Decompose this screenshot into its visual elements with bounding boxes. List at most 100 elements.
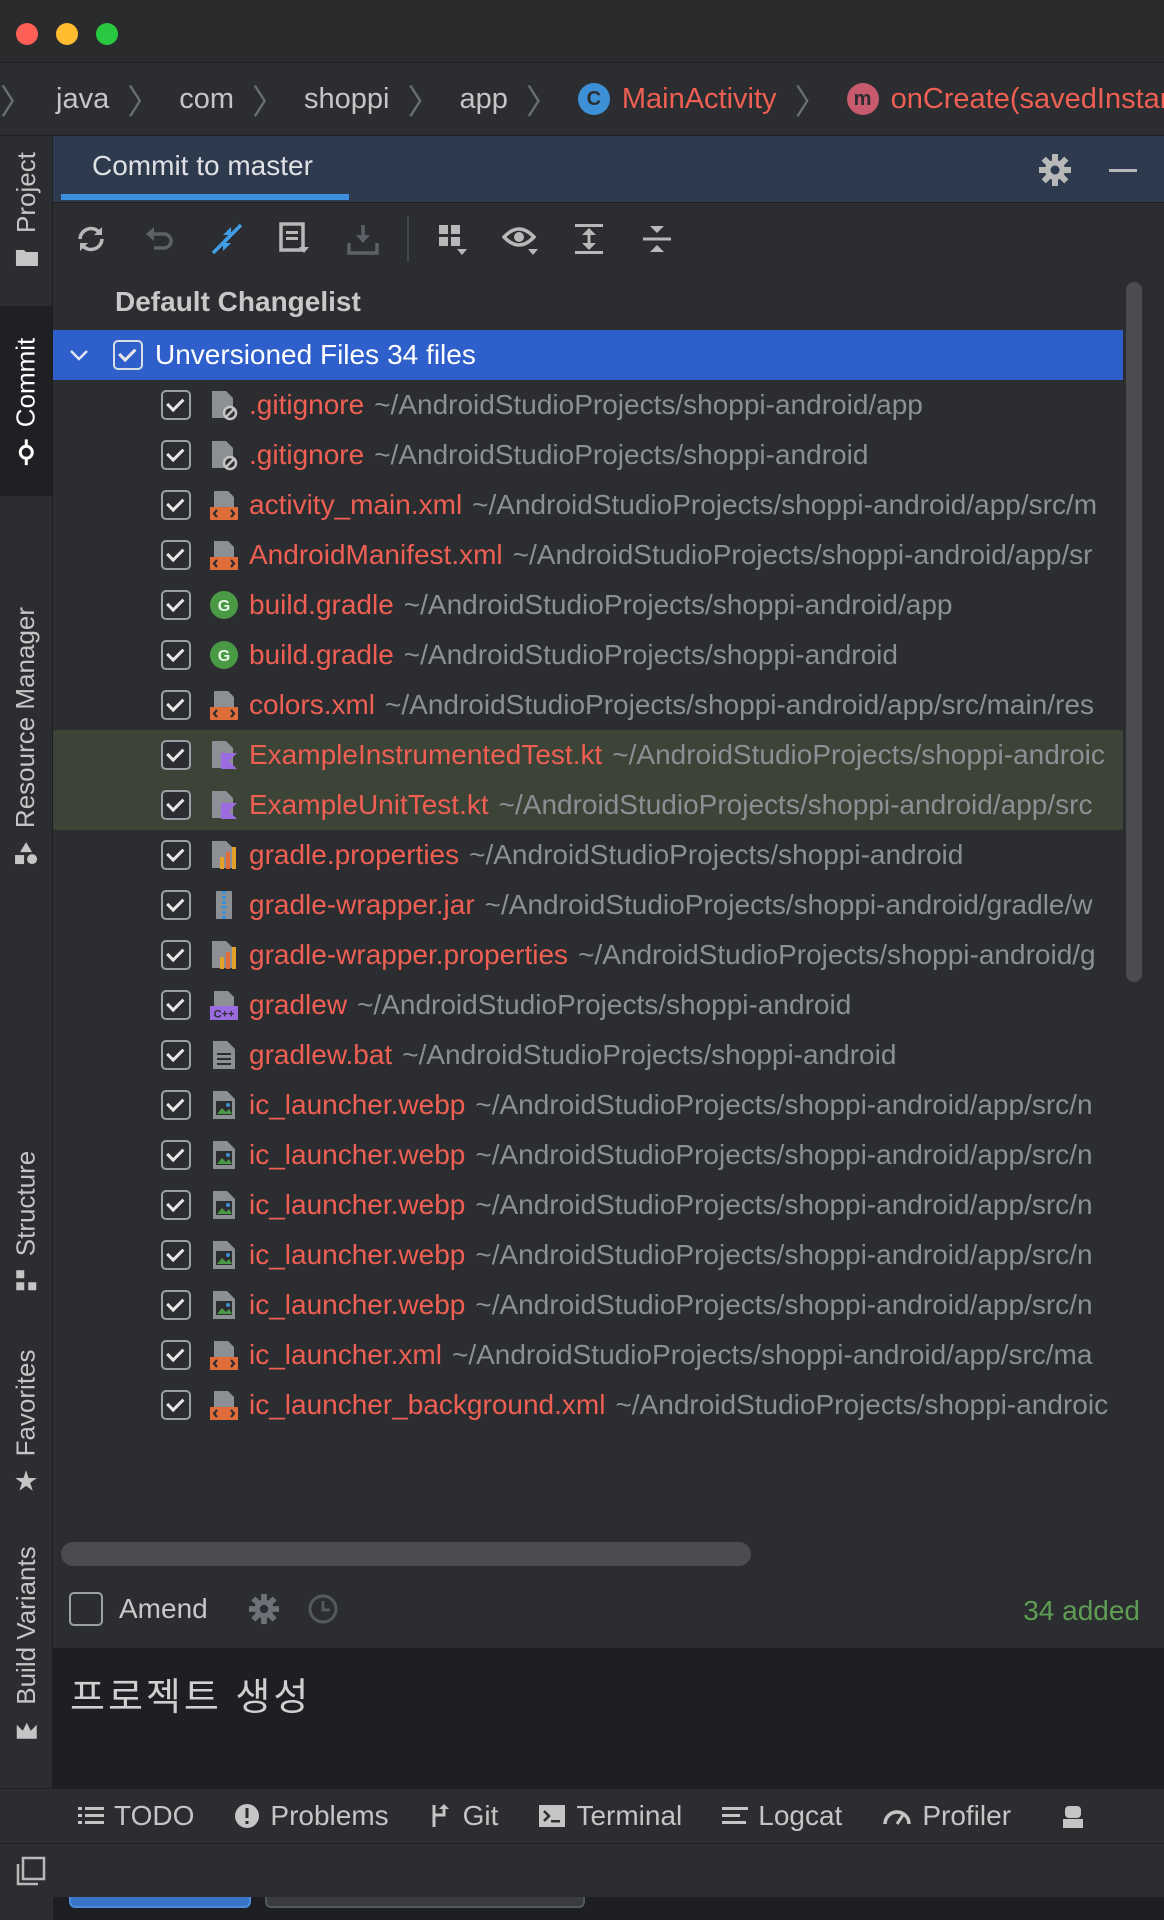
file-row[interactable]: gradle-wrapper.jar ~/AndroidStudioProject… [53,880,1123,930]
file-row[interactable]: ic_launcher.xml ~/AndroidStudioProjects/s… [53,1330,1123,1380]
file-row[interactable]: Gbuild.gradle ~/AndroidStudioProjects/sho… [53,580,1123,630]
file-checkbox[interactable] [161,1040,191,1070]
file-row[interactable]: .gitignore ~/AndroidStudioProjects/shoppi… [53,380,1123,430]
tool-todo-label: TODO [114,1800,195,1831]
file-row[interactable]: gradle-wrapper.properties ~/AndroidStudio… [53,930,1123,980]
view-options-eye-icon[interactable] [487,203,555,275]
close-window-button[interactable] [16,23,38,45]
file-checkbox[interactable] [161,640,191,670]
hide-panel-icon[interactable] [1103,150,1143,190]
commit-message-text[interactable]: 프로젝트 생성 [70,1666,311,1721]
refresh-icon[interactable] [57,203,125,275]
group-by-icon[interactable] [419,203,487,275]
file-name: ExampleInstrumentedTest.kt [249,739,603,770]
changelist-label[interactable]: Default Changelist [115,286,361,318]
file-row[interactable]: ic_launcher.webp ~/AndroidStudioProjects/… [53,1180,1123,1230]
file-checkbox[interactable] [161,490,191,520]
file-checkbox[interactable] [161,940,191,970]
file-row[interactable]: .gitignore ~/AndroidStudioProjects/shoppi… [53,430,1123,480]
minimize-window-button[interactable] [56,23,78,45]
file-row[interactable]: C++ gradlew ~/AndroidStudioProjects/shoppi… [53,980,1123,1030]
vertical-scrollbar[interactable] [1126,282,1142,982]
file-checkbox[interactable] [161,1290,191,1320]
file-checkbox[interactable] [161,790,191,820]
file-checkbox[interactable] [161,540,191,570]
group-checkbox[interactable] [113,340,143,370]
file-row[interactable]: gradle.properties ~/AndroidStudioProjects… [53,830,1123,880]
file-checkbox[interactable] [161,1390,191,1420]
breadcrumb-oncreate[interactable]: m onCreate(savedInstanceState: Bund [846,83,1164,116]
file-row[interactable]: Gbuild.gradle ~/AndroidStudioProjects/sho… [53,630,1123,680]
horizontal-scrollbar[interactable] [61,1542,751,1566]
commit-history-clock-icon[interactable] [306,1592,340,1626]
file-checkbox[interactable] [161,590,191,620]
tab-commit[interactable]: Commit [0,306,52,496]
file-row[interactable]: activity_main.xml ~/AndroidStudioProjects… [53,480,1123,530]
xml-file-icon [207,1388,241,1422]
file-row[interactable]: gradlew.bat ~/AndroidStudioProjects/shopp… [53,1030,1123,1080]
file-row[interactable]: ic_launcher.webp ~/AndroidStudioProjects/… [53,1080,1123,1130]
chevron-down-icon[interactable] [67,348,91,362]
breadcrumb-mainactivity[interactable]: C MainActivity [577,83,777,116]
tool-terminal[interactable]: Terminal [538,1800,682,1832]
tool-git[interactable]: Git [429,1800,498,1832]
tab-project-label: Project [10,151,41,233]
tab-resource-manager[interactable]: Resource Manager [0,521,52,951]
svg-text:G: G [218,648,230,665]
breadcrumb-shoppi[interactable]: shoppi [304,83,389,116]
file-name: .gitignore [249,389,365,420]
file-row[interactable]: ic_launcher.webp ~/AndroidStudioProjects/… [53,1230,1123,1280]
tool-logcat[interactable]: Logcat [722,1800,842,1832]
file-checkbox[interactable] [161,390,191,420]
file-checkbox[interactable] [161,890,191,920]
tab-favorites[interactable]: ★ Favorites [0,1336,52,1506]
tool-problems[interactable]: Problems [234,1800,389,1832]
zoom-window-button[interactable] [96,23,118,45]
file-row[interactable]: ic_launcher.webp ~/AndroidStudioProjects/… [53,1130,1123,1180]
file-checkbox[interactable] [161,990,191,1020]
file-checkbox[interactable] [161,1240,191,1270]
tab-build-variants[interactable]: Build Variants [0,1531,52,1756]
expand-all-icon[interactable] [555,203,623,275]
changelist-icon[interactable] [261,203,329,275]
file-row[interactable]: colors.xml ~/AndroidStudioProjects/shoppi… [53,680,1123,730]
tool-todo[interactable]: TODO [78,1800,194,1832]
file-checkbox[interactable] [161,440,191,470]
file-row[interactable]: ExampleInstrumentedTest.kt ~/AndroidStudi… [53,730,1123,780]
toggle-tool-windows-icon[interactable] [16,1856,46,1891]
file-checkbox[interactable] [161,1190,191,1220]
file-checkbox[interactable] [161,690,191,720]
commit-panel-title[interactable]: Commit to master [92,150,313,182]
tool-profiler[interactable]: Profiler [882,1800,1011,1832]
settings-gear-icon[interactable] [1035,150,1075,190]
file-row[interactable]: ExampleUnitTest.kt ~/AndroidStudioProject… [53,780,1123,830]
commit-options-gear-icon[interactable] [248,1593,280,1625]
shelve-icon[interactable] [329,203,397,275]
file-row[interactable]: AndroidManifest.xml ~/AndroidStudioProjec… [53,530,1123,580]
file-row[interactable]: ic_launcher.webp ~/AndroidStudioProjects/… [53,1280,1123,1330]
structure-icon [16,1269,36,1290]
breadcrumb-java[interactable]: java [56,83,109,116]
unversioned-files-group[interactable]: Unversioned Files 34 files [53,330,1123,380]
file-name: ic_launcher.webp [249,1139,466,1170]
file-name: gradle-wrapper.jar [249,889,475,920]
file-checkbox[interactable] [161,740,191,770]
breadcrumb-app[interactable]: app [459,83,507,116]
rollback-icon[interactable] [125,203,193,275]
file-checkbox[interactable] [161,840,191,870]
gradle-file-icon: G [207,588,241,622]
breadcrumb-com[interactable]: com [179,83,234,116]
file-checkbox[interactable] [161,1340,191,1370]
amend-checkbox[interactable] [69,1592,103,1626]
file-checkbox[interactable] [161,1140,191,1170]
kotlin-file-icon [207,738,241,772]
file-name: colors.xml [249,689,376,720]
file-row[interactable]: ic_launcher_background.xml ~/AndroidStudi… [53,1380,1123,1430]
show-diff-icon[interactable] [193,203,261,275]
collapse-all-icon[interactable] [623,203,691,275]
amend-label[interactable]: Amend [119,1593,208,1625]
tab-project[interactable]: Project [0,136,52,284]
file-checkbox[interactable] [161,1090,191,1120]
tool-app-inspection[interactable] [1059,1802,1087,1830]
tab-structure[interactable]: Structure [0,1126,52,1316]
